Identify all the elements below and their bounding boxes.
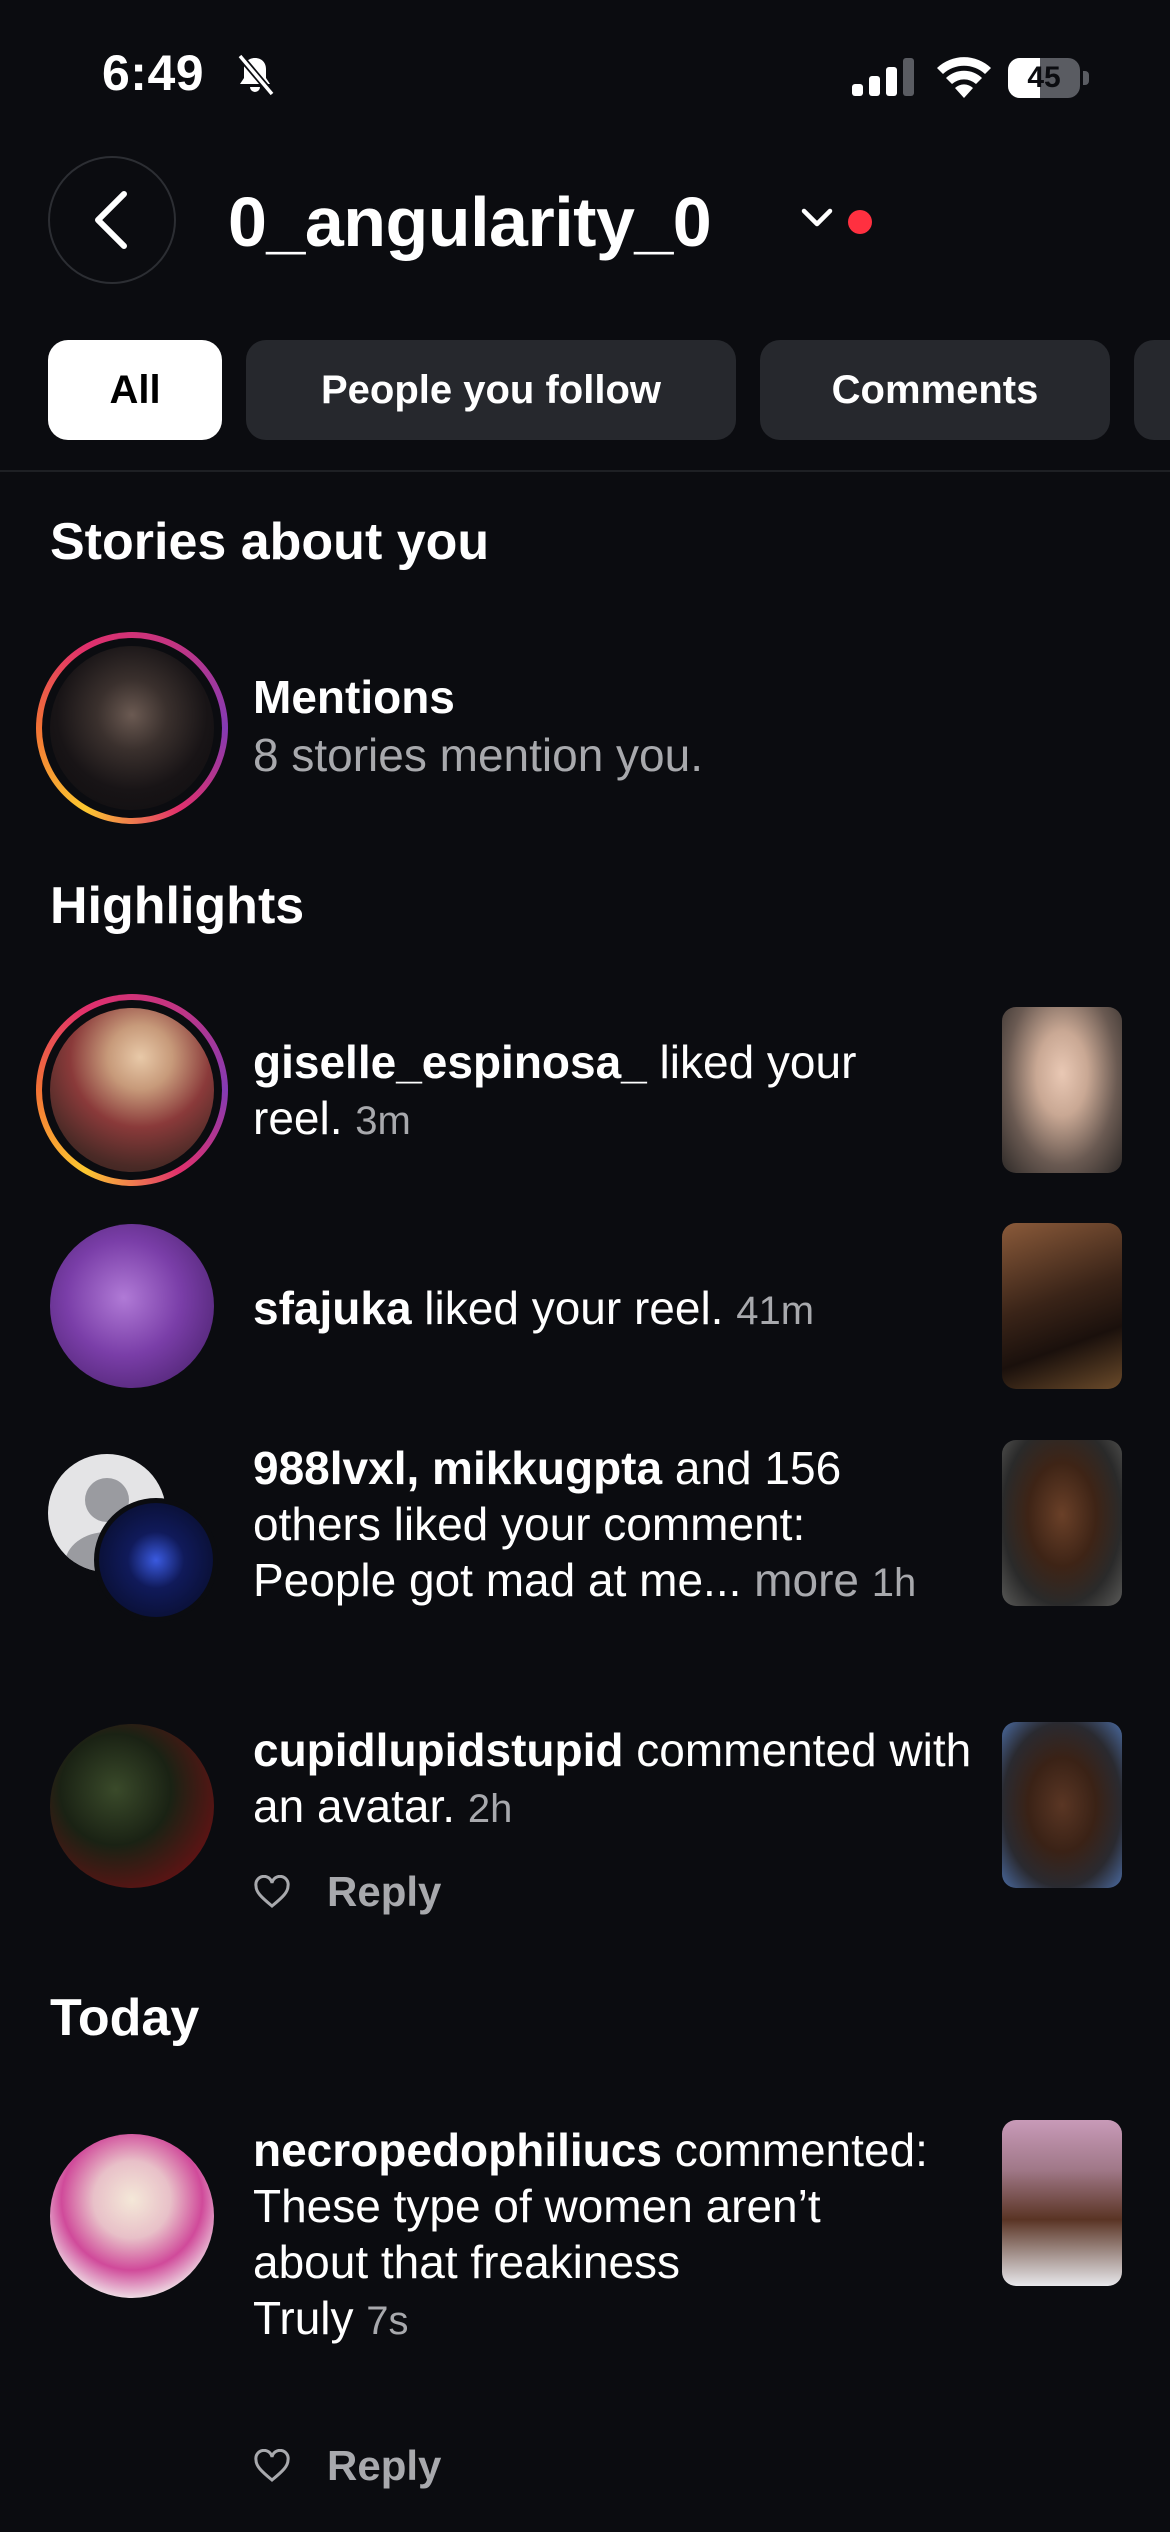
section-title-highlights: Highlights [50,877,305,935]
notification-text[interactable]: cupidlupidstupid commented with an avata… [253,1722,983,1837]
reel-thumbnail[interactable] [1002,1440,1122,1606]
bell-slash-icon [232,52,278,98]
avatar-cupidlupidstupid[interactable] [50,1724,214,1888]
tab-comments[interactable]: Comments [760,340,1110,440]
divider [0,470,1170,472]
notification-text[interactable]: 988lvxl, mikkugpta and 156 others liked … [253,1440,953,1611]
tab-people-you-follow[interactable]: People you follow [246,340,736,440]
reel-thumbnail[interactable] [1002,1223,1122,1389]
heart-icon[interactable] [253,1875,291,1909]
reply-button[interactable]: Reply [327,1868,441,1916]
reel-thumbnail[interactable] [1002,2120,1122,2286]
battery-icon: 45 [1008,58,1090,98]
section-title-stories: Stories about you [50,513,490,571]
reply-actions: Reply [253,2442,441,2490]
avatar-necropedophiliucs[interactable] [50,2134,214,2298]
tab-all[interactable]: All [48,340,222,440]
heart-icon[interactable] [253,2449,291,2483]
status-time: 6:49 [102,45,205,101]
avatar-mikkugpta[interactable] [94,1498,218,1622]
avatar-giselle[interactable] [36,994,228,1186]
reply-actions: Reply [253,1868,441,1916]
avatar-sfajuka[interactable] [50,1224,214,1388]
battery-level: 45 [1027,61,1061,94]
chevron-left-icon [95,191,127,249]
section-title-today: Today [50,1989,200,2047]
cellular-signal-icon [852,58,916,96]
account-switcher[interactable]: 0_angularity_0 [228,182,712,262]
unread-dot [848,210,872,234]
reply-button[interactable]: Reply [327,2442,441,2490]
mentions-avatar[interactable] [36,632,228,824]
mentions-title[interactable]: Mentions [253,670,455,724]
mentions-subtitle: 8 stories mention you. [253,729,704,781]
notification-text[interactable]: giselle_espinosa_ liked your reel. 3m [253,1034,953,1149]
chevron-down-icon[interactable] [800,207,834,229]
reel-thumbnail[interactable] [1002,1007,1122,1173]
back-button[interactable] [48,156,176,284]
wifi-icon [936,54,992,98]
notification-text[interactable]: necropedophiliucs commented: These type … [253,2122,943,2349]
tab-more[interactable] [1134,340,1170,440]
reel-thumbnail[interactable] [1002,1722,1122,1888]
notification-text[interactable]: sfajuka liked your reel. 41m [253,1280,993,1339]
